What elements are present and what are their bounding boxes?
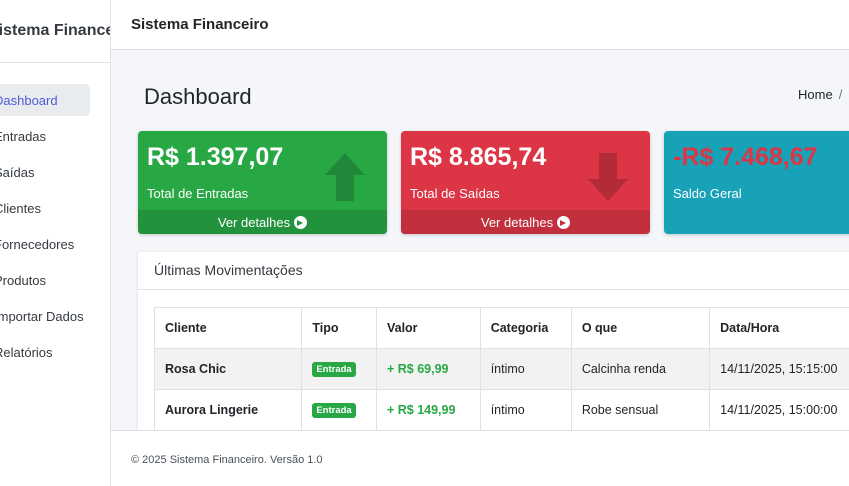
sidebar-item-entradas[interactable]: Entradas bbox=[0, 120, 90, 152]
sidebar-item-label: Fornecedores bbox=[0, 236, 75, 252]
arrow-circle-right-icon bbox=[294, 215, 308, 229]
cell-categoria: íntimo bbox=[479, 348, 572, 390]
column-header: Tipo bbox=[301, 307, 377, 349]
tipo-badge: Entrada bbox=[312, 362, 356, 377]
sidebar-item-produtos[interactable]: Produtos bbox=[0, 264, 90, 296]
card-saldo-geral: -R$ 7.468,67 Saldo Geral bbox=[664, 131, 849, 234]
column-header: Data/Hora bbox=[709, 307, 849, 349]
movements-panel: Últimas Movimentações Cliente Tipo Valor… bbox=[138, 252, 849, 430]
column-header: Valor bbox=[375, 307, 481, 349]
card-label: Total de Entradas bbox=[147, 186, 249, 201]
sidebar: Sistema Financeiro Dashboard Entradas Sa… bbox=[0, 0, 111, 486]
sidebar-item-relatorios[interactable]: Relatórios bbox=[0, 336, 90, 368]
card-amount: R$ 1.397,07 bbox=[147, 143, 284, 171]
card-footer-label: Ver detalhes bbox=[480, 214, 554, 230]
sidebar-item-fornecedores[interactable]: Fornecedores bbox=[0, 228, 90, 260]
sidebar-brand[interactable]: Sistema Financeiro bbox=[0, 0, 110, 63]
sidebar-item-label: Saídas bbox=[0, 164, 35, 180]
arrow-circle-right-icon bbox=[557, 215, 571, 229]
column-header: Cliente bbox=[153, 307, 303, 349]
cell-o-que: Calcinha renda bbox=[570, 348, 711, 390]
panel-title: Últimas Movimentações bbox=[138, 252, 849, 290]
sidebar-item-saidas[interactable]: Saídas bbox=[0, 156, 90, 188]
copyright-text: © 2025 Sistema Financeiro. Versão 1.0 bbox=[131, 454, 323, 466]
sidebar-item-label: Dashboard bbox=[0, 92, 58, 108]
cell-cliente: Rosa Chic bbox=[153, 348, 303, 390]
table-row[interactable]: Rosa Chic Entrada + R$ 69,99 íntimo Calc… bbox=[153, 348, 849, 390]
card-label: Total de Saídas bbox=[410, 186, 500, 201]
sidebar-item-dashboard[interactable]: Dashboard bbox=[0, 84, 90, 116]
table-row[interactable]: Aurora Lingerie Entrada + R$ 149,99 ínti… bbox=[153, 389, 849, 430]
cell-data-hora: 14/11/2025, 15:15:00 bbox=[709, 348, 849, 390]
column-header: Categoria bbox=[479, 307, 572, 349]
column-header: O que bbox=[570, 307, 711, 349]
sidebar-item-label: Relatórios bbox=[0, 344, 53, 360]
card-details-link[interactable]: Ver detalhes bbox=[401, 210, 650, 234]
cell-data-hora: 14/11/2025, 15:00:00 bbox=[709, 389, 849, 430]
arrow-down-icon bbox=[588, 153, 628, 201]
movements-table: Cliente Tipo Valor Categoria O que Data/… bbox=[153, 307, 849, 430]
top-header: Sistema Financeiro bbox=[111, 0, 849, 50]
app-title[interactable]: Sistema Financeiro bbox=[131, 16, 269, 33]
page-footer: © 2025 Sistema Financeiro. Versão 1.0 bbox=[111, 430, 849, 486]
arrow-up-icon bbox=[325, 153, 365, 201]
page-title: Dashboard bbox=[144, 84, 252, 109]
breadcrumb-home-link[interactable]: Home bbox=[798, 87, 833, 102]
breadcrumb: Home / bbox=[798, 87, 842, 102]
card-amount: R$ 8.865,74 bbox=[410, 143, 547, 171]
sidebar-item-label: Produtos bbox=[0, 272, 47, 288]
card-label: Saldo Geral bbox=[673, 186, 742, 201]
cell-o-que: Robe sensual bbox=[570, 389, 711, 430]
card-details-link[interactable]: Ver detalhes bbox=[138, 210, 387, 234]
tipo-badge: Entrada bbox=[312, 403, 356, 418]
sidebar-item-label: Clientes bbox=[0, 200, 41, 216]
card-amount: -R$ 7.468,67 bbox=[673, 143, 818, 171]
cell-valor: + R$ 69,99 bbox=[375, 348, 481, 390]
card-total-saidas: R$ 8.865,74 Total de Saídas Ver detalhes bbox=[401, 131, 650, 234]
cell-valor: + R$ 149,99 bbox=[375, 389, 481, 430]
cell-categoria: íntimo bbox=[479, 389, 572, 430]
sidebar-item-clientes[interactable]: Clientes bbox=[0, 192, 90, 224]
sidebar-item-importar-dados[interactable]: Importar Dados bbox=[0, 300, 90, 332]
breadcrumb-separator: / bbox=[838, 87, 843, 102]
sidebar-item-label: Importar Dados bbox=[0, 308, 84, 324]
main-content: Dashboard Home / R$ 1.397,07 Total de Ent… bbox=[111, 50, 849, 430]
table-header-row: Cliente Tipo Valor Categoria O que Data/… bbox=[153, 307, 849, 349]
cell-tipo: Entrada bbox=[301, 389, 377, 430]
cell-tipo: Entrada bbox=[301, 348, 377, 390]
cell-cliente: Aurora Lingerie bbox=[153, 389, 303, 430]
brand-text: Sistema Financeiro bbox=[0, 22, 110, 39]
card-total-entradas: R$ 1.397,07 Total de Entradas Ver detalh… bbox=[138, 131, 387, 234]
card-footer-label: Ver detalhes bbox=[217, 214, 291, 230]
sidebar-item-label: Entradas bbox=[0, 128, 47, 144]
